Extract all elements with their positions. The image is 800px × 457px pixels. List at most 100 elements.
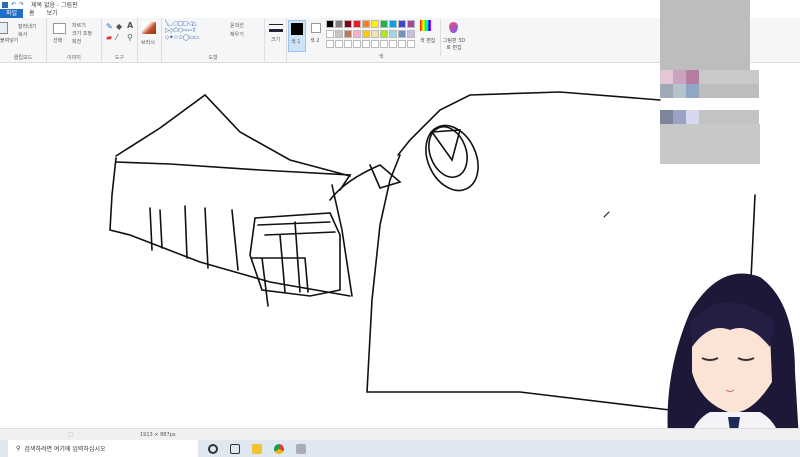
palette-swatch[interactable] <box>398 40 406 48</box>
palette-swatch[interactable] <box>362 30 370 38</box>
window-stroke <box>249 212 341 307</box>
color-spectrum-icon <box>420 20 431 31</box>
wall-stroke <box>109 157 351 297</box>
tab-home[interactable]: 홈 <box>23 9 41 18</box>
search-placeholder: 검색하려면 여기에 입력하십시오 <box>24 446 106 453</box>
palette-swatch[interactable] <box>371 30 379 38</box>
size-label[interactable]: 크기 <box>271 36 280 43</box>
palette-swatch[interactable] <box>362 20 370 28</box>
color1-button[interactable]: 색 1 <box>288 20 306 52</box>
tools-label: 도구 <box>114 55 125 61</box>
palette-swatch[interactable] <box>344 20 352 28</box>
palette-swatch[interactable] <box>380 40 388 48</box>
clipboard-group: 붙여넣기 잘라내기 복사 클립보드 <box>0 18 47 63</box>
redo-icon[interactable]: ↷ <box>19 1 24 8</box>
taskbar-search[interactable]: ⚲ 검색하려면 여기에 입력하십시오 <box>8 440 198 457</box>
brush-icon[interactable] <box>142 22 156 34</box>
color-palette <box>326 20 416 52</box>
tab-view[interactable]: 보기 <box>41 9 64 18</box>
color-picker-icon[interactable]: ⁄ <box>116 33 117 42</box>
palette-swatch[interactable] <box>326 40 334 48</box>
palette-swatch[interactable] <box>353 40 361 48</box>
palette-swatch[interactable] <box>407 40 415 48</box>
palette-swatch[interactable] <box>335 30 343 38</box>
color2-swatch <box>311 23 321 33</box>
palette-swatch[interactable] <box>380 20 388 28</box>
eraser-icon[interactable]: ▰ <box>106 33 112 42</box>
crop-button[interactable]: 자르기 <box>72 22 86 29</box>
color1-label: 색 1 <box>291 39 301 45</box>
text-icon[interactable]: A <box>127 21 133 30</box>
paste-label[interactable]: 붙여넣기 <box>0 37 18 44</box>
triangle-stroke <box>430 129 462 162</box>
paint3d-label: 그림판 3D로 편집 <box>442 38 466 51</box>
palette-swatch[interactable] <box>362 40 370 48</box>
size-group: 크기 <box>265 18 287 63</box>
paint-icon[interactable] <box>296 443 306 454</box>
brushes-label[interactable]: 브러시 <box>141 39 155 46</box>
resize-button[interactable]: 크기 조정 <box>72 30 92 37</box>
size-icon[interactable] <box>269 24 283 32</box>
tab-file[interactable]: 파일 <box>0 9 24 18</box>
palette-swatch[interactable] <box>380 30 388 38</box>
paste-button[interactable] <box>0 22 8 34</box>
palette-swatch[interactable] <box>398 30 406 38</box>
palette-swatch[interactable] <box>407 20 415 28</box>
paint3d-button[interactable]: 그림판 3D로 편집 <box>440 20 466 56</box>
shapes-gallery[interactable]: ╲◡○□▢◁△ ▷◇⬠⬡⇨⇦⇧ ⬦✦☆✩◯▭▭ <box>165 20 200 42</box>
color2-label: 색 2 <box>310 38 320 44</box>
palette-swatch[interactable] <box>389 40 397 48</box>
cut-button[interactable]: 잘라내기 <box>18 23 36 30</box>
palette-swatch[interactable] <box>407 30 415 38</box>
undo-icon[interactable]: ↶ <box>11 1 16 8</box>
palette-swatch[interactable] <box>335 40 343 48</box>
select-button[interactable] <box>53 23 66 34</box>
fill-button[interactable]: 채우기 <box>230 31 244 38</box>
save-icon[interactable] <box>2 1 8 8</box>
shapes-group: ╲◡○□▢◁△ ▷◇⬠⬡⇨⇦⇧ ⬦✦☆✩◯▭▭ 윤곽선 채우기 도형 <box>162 18 265 63</box>
fill-icon[interactable]: ◆ <box>116 22 122 31</box>
clipboard-label: 클립보드 <box>13 55 33 61</box>
palette-swatch[interactable] <box>344 30 352 38</box>
taskbar: ⚲ 검색하려면 여기에 입력하십시오 <box>0 440 800 457</box>
magnifier-icon[interactable]: ⚲ <box>127 33 133 42</box>
outline-button[interactable]: 윤곽선 <box>230 22 244 29</box>
top-stroke <box>397 91 661 156</box>
palette-swatch[interactable] <box>389 20 397 28</box>
status-bar: ⬚ 1913 × 887px <box>0 428 800 440</box>
tools-group: ✎ ◆ A ▰ ⁄ ⚲ 도구 <box>102 18 138 63</box>
file-explorer-icon[interactable] <box>252 443 262 454</box>
canvas-size-text: 1913 × 887px <box>140 432 176 438</box>
wall-right-stroke <box>331 184 353 297</box>
palette-swatch[interactable] <box>371 20 379 28</box>
select-label[interactable]: 선택 <box>53 37 62 44</box>
palette-swatch[interactable] <box>326 30 334 38</box>
blurred-overlay <box>660 0 770 205</box>
pencil-cursor <box>603 211 610 218</box>
edit-colors-label: 색 편집 <box>420 38 436 44</box>
shapes-label: 도형 <box>208 55 218 61</box>
palette-swatch[interactable] <box>398 20 406 28</box>
palette-swatch[interactable] <box>353 30 361 38</box>
color2-button[interactable]: 색 2 <box>308 20 324 52</box>
cortana-icon[interactable] <box>208 443 218 454</box>
edit-colors-button[interactable]: 색 편집 <box>420 20 436 56</box>
palette-swatch[interactable] <box>389 30 397 38</box>
image-label: 이미지 <box>67 55 81 61</box>
colors-label: 색 <box>378 54 384 60</box>
paint3d-icon <box>449 22 458 33</box>
flag-stroke <box>329 154 671 411</box>
pencil-icon[interactable]: ✎ <box>106 22 113 31</box>
copy-button[interactable]: 복사 <box>18 31 27 38</box>
palette-swatch[interactable] <box>326 20 334 28</box>
task-view-icon[interactable] <box>230 443 240 454</box>
brushes-group: 브러시 <box>138 18 162 63</box>
rotate-button[interactable]: 회전 <box>72 38 81 45</box>
palette-swatch[interactable] <box>371 40 379 48</box>
chrome-icon[interactable] <box>274 443 284 454</box>
selection-icon: ⬚ <box>68 432 73 438</box>
palette-swatch[interactable] <box>344 40 352 48</box>
palette-swatch[interactable] <box>335 20 343 28</box>
image-group: 선택 자르기 크기 조정 회전 이미지 <box>47 18 102 63</box>
palette-swatch[interactable] <box>353 20 361 28</box>
